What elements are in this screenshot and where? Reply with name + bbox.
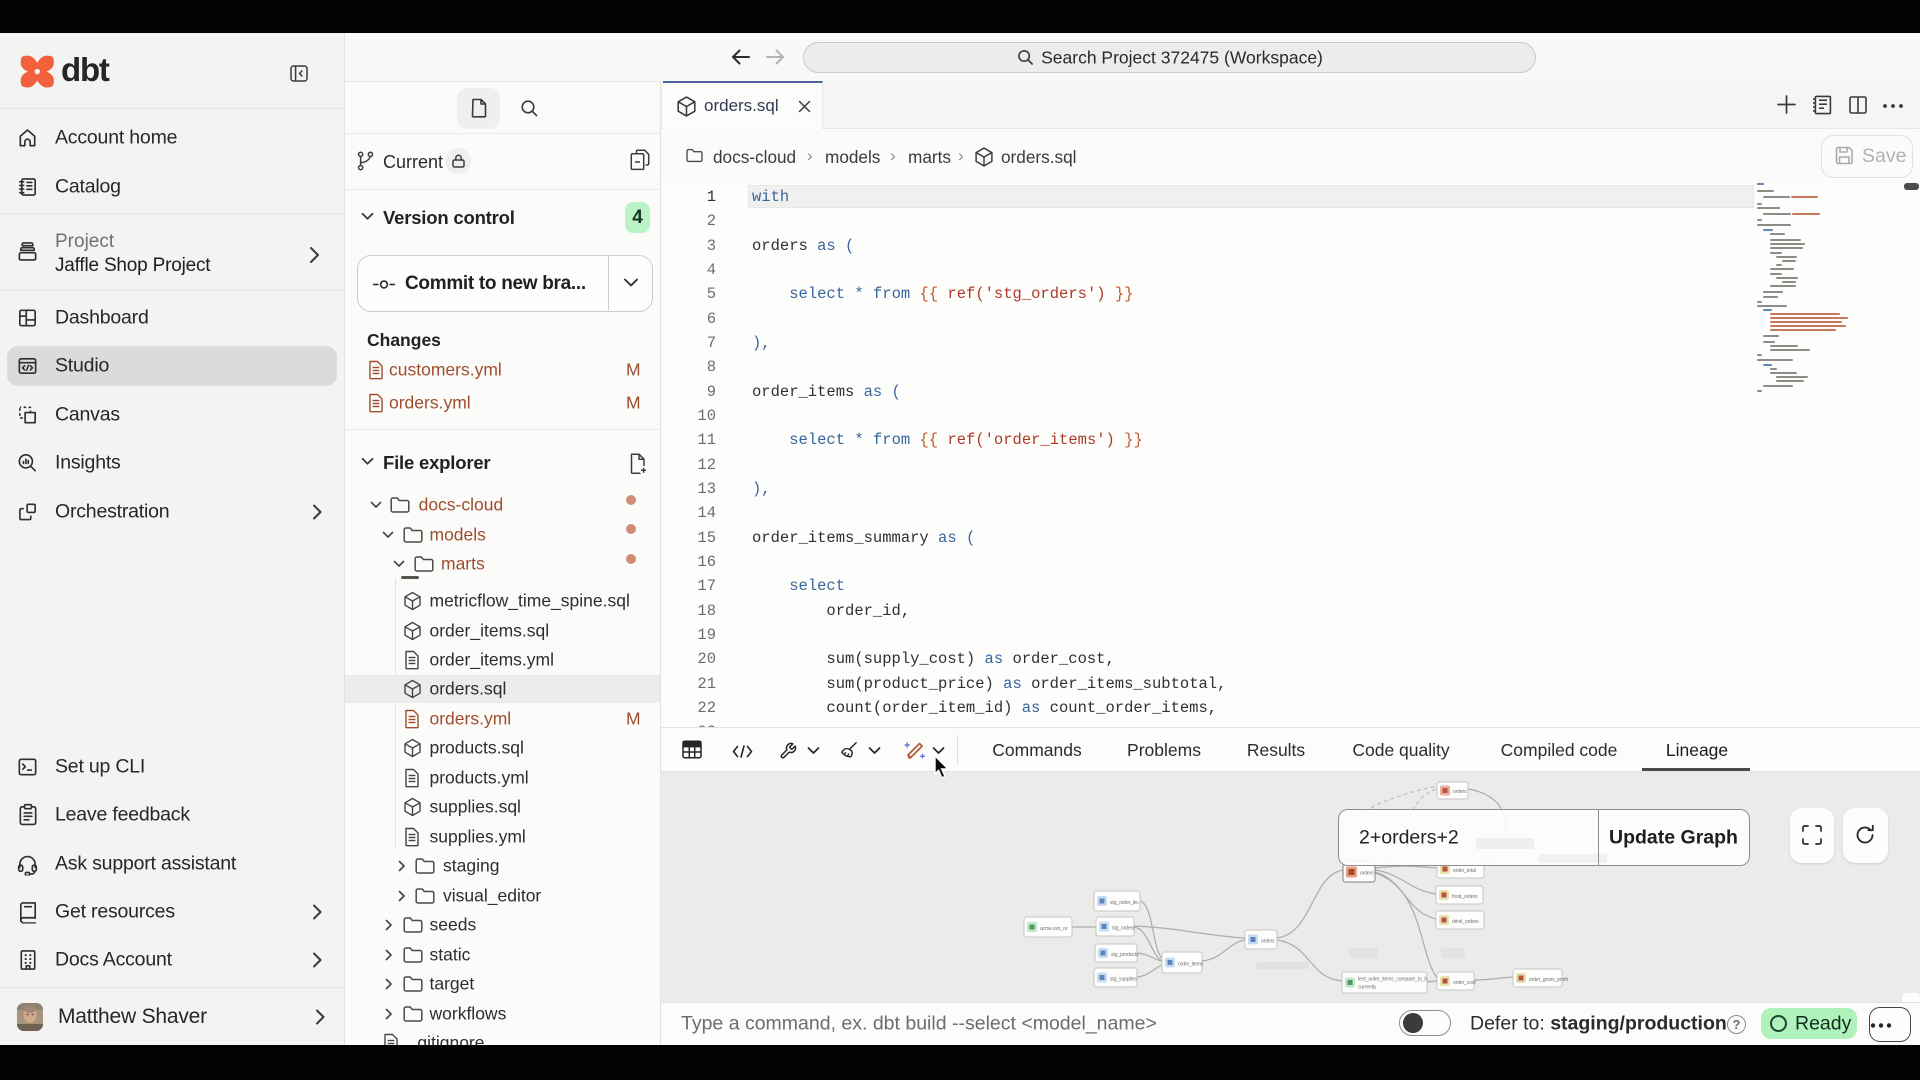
svg-text:order_gross_profit: order_gross_profit [1529,977,1568,983]
svg-text:currently: currently [1358,985,1377,991]
svg-text:orders: orders [1360,871,1374,877]
svg-text:stg_products: stg_products [1111,952,1139,958]
svg-text:test_order_items_compare_to_b.: test_order_items_compare_to_b.. [1358,977,1430,983]
svg-text:stg_orders: stg_orders [1112,926,1135,932]
svg-text:order_total: order_total [1453,868,1476,874]
svg-text:acme.xxx_or.: acme.xxx_or. [1040,926,1068,932]
svg-text:stg_supplies: stg_supplies [1110,977,1137,983]
svg-text:order_cost: order_cost [1453,980,1476,986]
svg-text:stg_order_ite..: stg_order_ite.. [1110,900,1140,906]
svg-text:orders: orders [1261,939,1275,945]
svg-text:food_orders: food_orders [1452,894,1478,900]
svg-text:drink_orders: drink_orders [1452,919,1479,925]
svg-text:orders: orders [1453,789,1467,795]
svg-text:order_items: order_items [1178,962,1204,968]
